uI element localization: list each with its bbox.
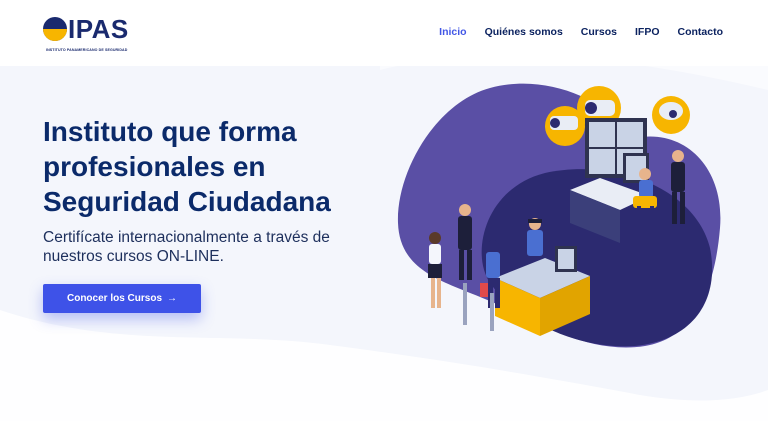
nav-item-cursos[interactable]: Cursos — [581, 26, 617, 38]
site-header: IPAS INSTITUTO PANAMERICANO DE SEGURIDAD… — [0, 0, 768, 66]
hero-title: Instituto que forma profesionales en Seg… — [43, 116, 331, 217]
logo-mark-icon — [43, 17, 67, 41]
hero-subtitle: Certifícate internacionalmente a través … — [43, 229, 330, 265]
arrow-right-icon: → — [167, 293, 178, 304]
security-illustration — [397, 83, 721, 348]
nav-item-inicio[interactable]: Inicio — [439, 26, 466, 38]
nav-item-quienes-somos[interactable]: Quiénes somos — [485, 26, 563, 38]
brand-tagline: INSTITUTO PANAMERICANO DE SEGURIDAD — [46, 48, 128, 52]
nav-item-contacto[interactable]: Contacto — [678, 26, 724, 38]
main-nav: Inicio Quiénes somos Cursos IFPO Contact… — [439, 26, 723, 38]
receptionist-figure — [527, 218, 543, 256]
conocer-cursos-button[interactable]: Conocer los Cursos → — [43, 284, 201, 313]
cta-label: Conocer los Cursos — [66, 293, 163, 304]
brand-name: IPAS — [68, 14, 129, 44]
brand-logo[interactable]: IPAS INSTITUTO PANAMERICANO DE SEGURIDAD — [42, 14, 138, 56]
nav-item-ifpo[interactable]: IFPO — [635, 26, 660, 38]
